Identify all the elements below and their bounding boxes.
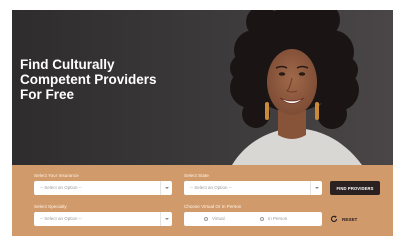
refresh-icon (330, 215, 338, 222)
state-select[interactable]: -- Select an Option -- (184, 181, 322, 195)
hero-title-line-3: For Free (20, 87, 75, 102)
hero-title-line-2: Competent Providers (20, 72, 157, 87)
specialty-select-placeholder: -- Select an Option -- (40, 216, 82, 221)
chevron-down-icon (160, 212, 172, 226)
virtual-radio[interactable] (204, 216, 208, 221)
virtual-radio-label[interactable]: Virtual (212, 216, 225, 221)
hero-title: Find Culturally Competent Providers For … (20, 57, 220, 102)
page-frame: Find Culturally Competent Providers For … (12, 10, 393, 236)
visit-mode-group: Virtual In Person (184, 212, 322, 226)
state-label: Select State (184, 173, 209, 178)
hero-portrait-image (230, 10, 362, 165)
state-select-placeholder: -- Select an Option -- (190, 185, 232, 190)
hero-banner: Find Culturally Competent Providers For … (12, 10, 393, 165)
insurance-select-placeholder: -- Select an Option -- (40, 185, 82, 190)
chevron-down-icon (310, 181, 322, 195)
insurance-select[interactable]: -- Select an Option -- (34, 181, 172, 195)
specialty-label: Select Specialty (34, 204, 67, 209)
reset-button[interactable]: RESET (330, 214, 357, 224)
hero-title-line-1: Find Culturally (20, 57, 115, 72)
visit-mode-label: Choose Virtual Or In Person (184, 204, 242, 209)
chevron-down-icon (160, 181, 172, 195)
specialty-select[interactable]: -- Select an Option -- (34, 212, 172, 226)
reset-label: RESET (342, 216, 358, 222)
find-providers-button[interactable]: FIND PROVIDERS (330, 181, 380, 195)
insurance-label: Select Your Insurance (34, 173, 79, 178)
in-person-radio-label[interactable]: In Person (268, 216, 287, 221)
in-person-radio[interactable] (260, 216, 264, 221)
